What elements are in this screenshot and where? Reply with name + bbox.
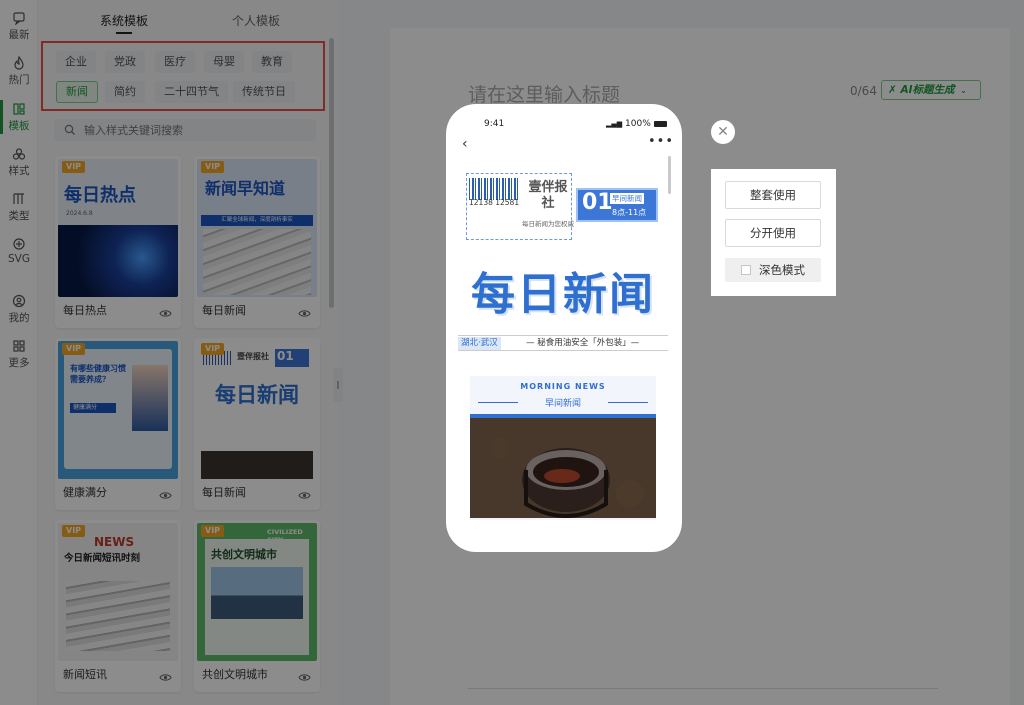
apply-template-menu: 整套使用 分开使用 深色模式 [711, 169, 836, 296]
news-photo [470, 414, 656, 518]
morning-news-block: MORNING NEWS 早间新闻 [470, 376, 656, 520]
place-tag: 湖北·武汉 [458, 337, 501, 350]
status-battery: ▂▄▆ 100% [606, 119, 667, 129]
status-time: 9:41 [484, 119, 505, 129]
phone-preview: 9:41 ▂▄▆ 100% ‹ ••• 12138 12581 壹伴报社 每日新… [446, 104, 682, 552]
use-separately-button[interactable]: 分开使用 [725, 219, 821, 247]
morning-news-en: MORNING NEWS [520, 382, 606, 391]
paper-name: 壹伴报社 [528, 180, 568, 211]
preview-scrollbar[interactable] [668, 156, 671, 194]
dark-mode-label: 深色模式 [759, 263, 805, 277]
preview-article: 12138 12581 壹伴报社 每日新闻为您权威 01 早间新闻 8点-11点… [458, 170, 668, 520]
edition-block: 01 早间新闻 8点-11点 [576, 188, 658, 222]
dark-mode-toggle[interactable]: 深色模式 [725, 258, 821, 282]
oil-barrel-image [470, 418, 656, 518]
barcode-number: 12138 12581 [469, 198, 520, 207]
battery-icon [653, 120, 667, 127]
barcode-image [469, 178, 519, 200]
dark-mode-checkbox[interactable] [741, 265, 751, 275]
signal-icon: ▂▄▆ [606, 120, 623, 128]
paper-subtitle: 每日新闻为您权威 [522, 220, 574, 228]
more-icon[interactable]: ••• [648, 134, 674, 149]
back-arrow-icon[interactable]: ‹ [462, 136, 468, 152]
close-icon[interactable]: ✕ [711, 120, 735, 144]
dateline-row: 湖北·武汉 — 秘食用油安全「外包装」— [458, 335, 668, 351]
edition-number: 01 [582, 190, 613, 215]
use-whole-set-button[interactable]: 整套使用 [725, 181, 821, 209]
edition-time: 8点-11点 [612, 208, 647, 217]
battery-level: 100% [625, 119, 651, 129]
edition-tag: 早间新闻 [610, 193, 644, 204]
headline-text: — 秘食用油安全「外包装」— [526, 338, 640, 348]
masthead-block: 12138 12581 壹伴报社 每日新闻为您权威 [466, 173, 574, 240]
preview-big-title: 每日新闻 [471, 269, 655, 320]
divider [608, 402, 648, 403]
